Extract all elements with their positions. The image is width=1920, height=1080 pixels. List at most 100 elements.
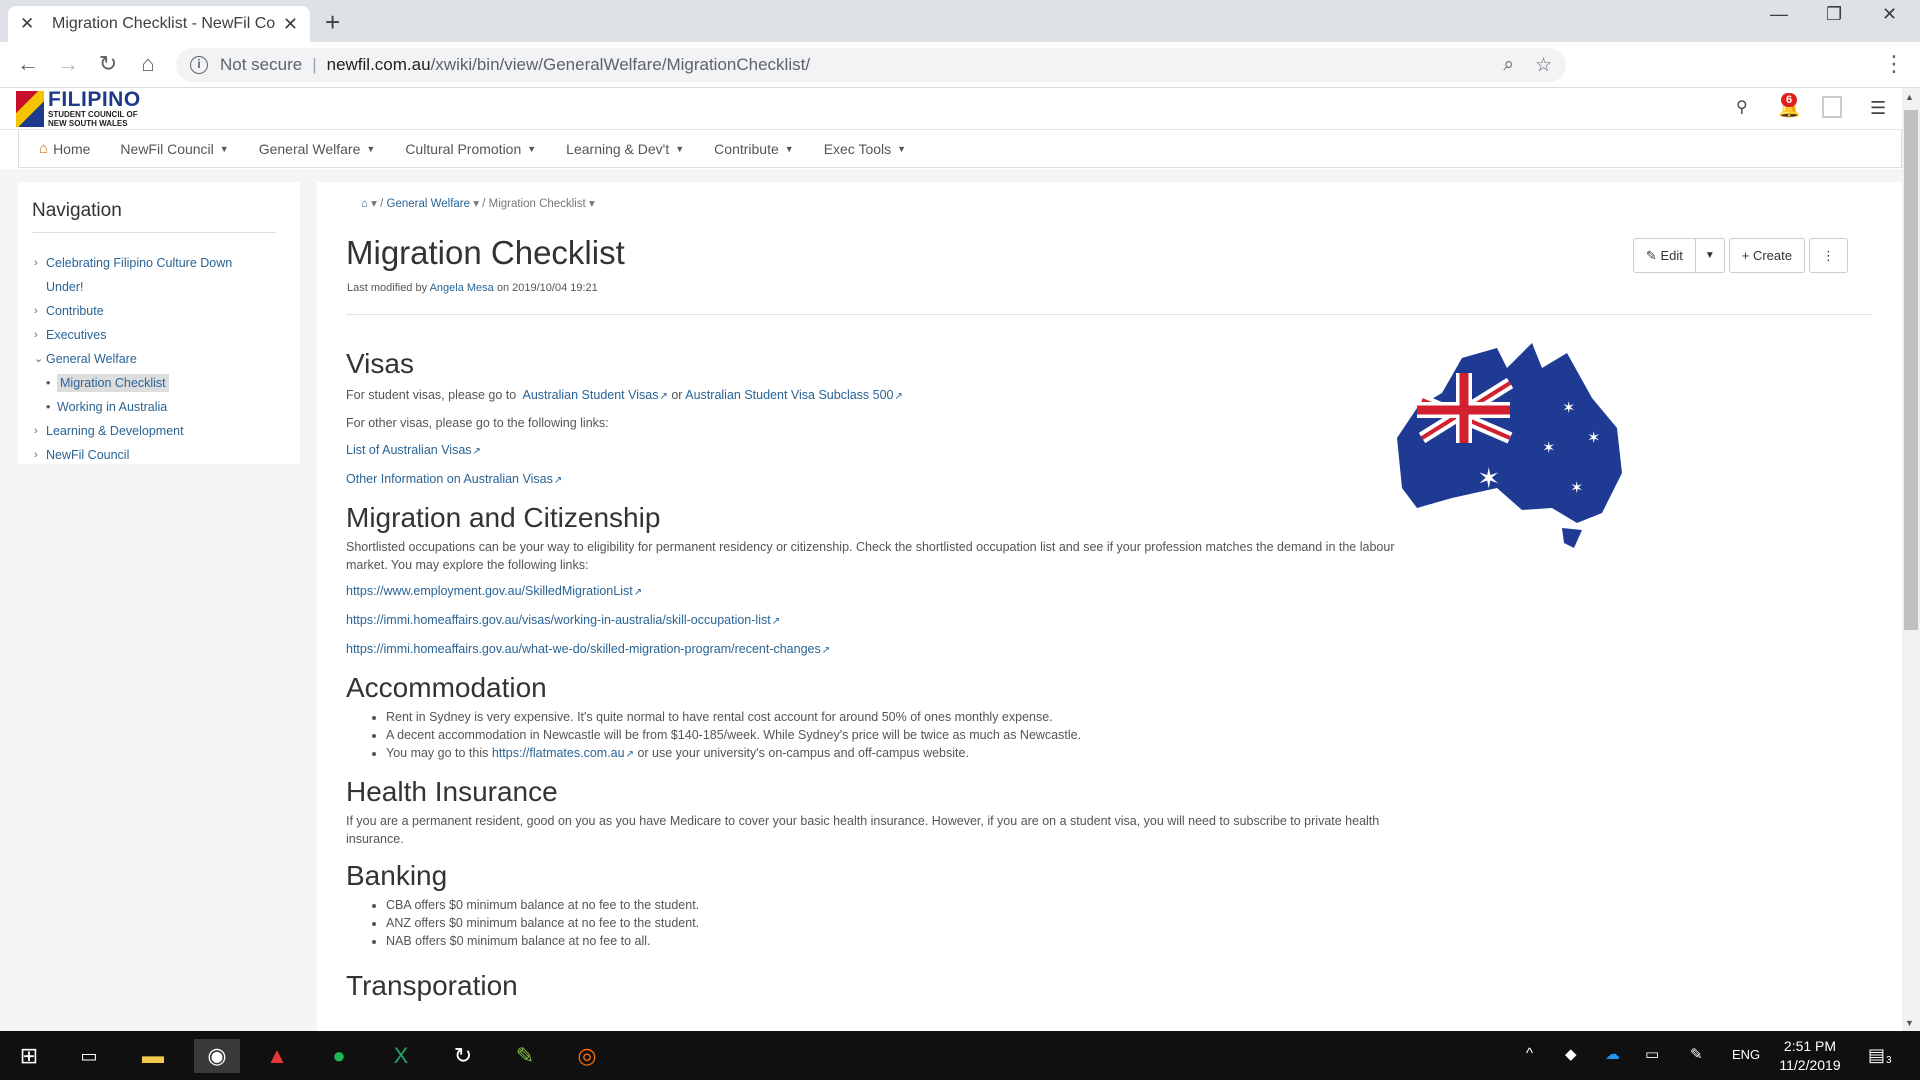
chevron-right-icon[interactable]: › <box>34 323 38 347</box>
modified-author-link[interactable]: Angela Mesa <box>430 282 494 294</box>
chevron-right-icon[interactable]: › <box>34 419 38 443</box>
page-title: Migration Checklist <box>346 234 625 271</box>
menu-cultural-promotion[interactable]: Cultural Promotion ▼ <box>405 141 536 157</box>
window-close-icon[interactable]: ✕ <box>1882 4 1897 25</box>
edit-button[interactable]: ✎ Edit <box>1632 238 1696 273</box>
chevron-right-icon[interactable]: › <box>34 251 38 275</box>
menu-general-welfare[interactable]: General Welfare ▼ <box>259 141 376 157</box>
link-skilled-migration-list[interactable]: https://www.employment.gov.au/SkilledMig… <box>346 584 633 598</box>
task-view-icon[interactable]: ▭ <box>72 1039 106 1073</box>
link-australian-student-visas[interactable]: Australian Student Visas <box>523 388 659 402</box>
notepad-app-icon[interactable]: ✎ <box>508 1039 542 1073</box>
section-heading-visas: Visas <box>346 348 414 379</box>
file-explorer-icon[interactable]: ▬ <box>136 1039 170 1073</box>
forward-icon[interactable]: → <box>54 51 82 77</box>
battery-icon[interactable]: ▭ <box>1645 1045 1659 1063</box>
external-link-icon: ↗ <box>625 749 634 760</box>
more-actions-button[interactable]: ⋮ <box>1809 238 1848 273</box>
bookmark-star-icon[interactable]: ☆ <box>1535 54 1552 77</box>
menu-label: Exec Tools <box>823 140 892 157</box>
list-item-text: or use your university's on-campus and o… <box>637 746 969 760</box>
navigation-tree: › Celebrating Filipino Culture Down Under… <box>32 251 286 467</box>
menu-contribute[interactable]: Contribute ▼ <box>714 141 794 157</box>
home-icon[interactable]: ⌂ <box>134 51 162 77</box>
spotify-icon[interactable]: ● <box>322 1039 356 1073</box>
site-info-icon[interactable]: i <box>190 56 208 74</box>
breadcrumb-home-icon[interactable]: ⌂ <box>361 198 368 210</box>
menu-exec-tools[interactable]: Exec Tools ▼ <box>824 141 906 157</box>
onedrive-icon[interactable]: ☁ <box>1605 1045 1620 1063</box>
link-recent-changes[interactable]: https://immi.homeaffairs.gov.au/what-we-… <box>346 642 821 656</box>
health-text: If you are a permanent resident, good on… <box>346 814 1380 846</box>
nav-item-celebrating[interactable]: › Celebrating Filipino Culture Down <box>32 251 286 275</box>
logo-title: FILIPINO <box>48 88 141 111</box>
nav-label: General Welfare <box>46 352 137 366</box>
scrollbar-thumb[interactable] <box>1904 110 1918 630</box>
menu-newfil-council[interactable]: NewFil Council ▼ <box>120 141 228 157</box>
nav-item-working-in-australia[interactable]: • Working in Australia <box>32 395 286 419</box>
link-other-information-visas[interactable]: Other Information on Australian Visas <box>346 472 553 486</box>
user-avatar-icon[interactable] <box>1822 96 1842 118</box>
restore-icon[interactable]: ❐ <box>1826 4 1842 25</box>
chevron-right-icon[interactable]: › <box>34 299 38 323</box>
chevron-down-icon[interactable]: ⌄ <box>34 347 43 371</box>
reload-icon[interactable]: ↻ <box>94 51 122 77</box>
new-tab-icon[interactable]: + <box>325 7 340 38</box>
address-separator: | <box>312 55 317 74</box>
action-center-icon[interactable]: ▤ <box>1868 1045 1885 1066</box>
last-modified: Last modified by Angela Mesa on 2019/10/… <box>347 282 598 294</box>
edit-dropdown-button[interactable]: ▼ <box>1694 238 1725 273</box>
clock-time: 2:51 PM <box>1783 1038 1837 1054</box>
nav-item-migration-checklist[interactable]: • Migration Checklist <box>32 371 286 395</box>
search-icon[interactable]: ⚲ <box>1736 97 1748 117</box>
nav-item-general-welfare[interactable]: ⌄ General Welfare <box>32 347 286 371</box>
bullet-icon: • <box>46 400 51 414</box>
create-button[interactable]: + Create <box>1728 238 1805 273</box>
chrome-menu-icon[interactable]: ⋮ <box>1880 51 1908 77</box>
nav-label: Working in Australia <box>57 400 168 414</box>
minimize-icon[interactable]: — <box>1770 4 1788 25</box>
link-student-visa-subclass-500[interactable]: Australian Student Visa Subclass 500 <box>685 388 893 402</box>
language-indicator[interactable]: ENG <box>1732 1047 1760 1062</box>
scroll-up-icon[interactable]: ▲ <box>1905 92 1914 102</box>
list-item: You may go to this https://flatmates.com… <box>386 744 1406 764</box>
nav-item-newfil-council[interactable]: › NewFil Council <box>32 443 286 467</box>
tab-close-icon[interactable]: ✕ <box>283 14 298 35</box>
breadcrumb-general-welfare[interactable]: General Welfare <box>387 198 471 210</box>
address-bar[interactable]: i Not secure | newfil.com.au/xwiki/bin/v… <box>176 48 1566 82</box>
chrome-taskbar-icon[interactable]: ◉ <box>194 1039 240 1073</box>
pen-ink-icon[interactable]: ✎ <box>1690 1045 1703 1063</box>
browser-tab[interactable]: ✕ Migration Checklist - NewFil Cou ✕ <box>8 6 310 42</box>
pencil-icon: ✎ <box>1645 247 1657 263</box>
nav-item-executives[interactable]: › Executives <box>32 323 286 347</box>
windows-start-icon[interactable]: ⊞ <box>12 1039 46 1073</box>
dropbox-icon[interactable]: ◆ <box>1565 1045 1577 1063</box>
show-hidden-icons-icon[interactable]: ^ <box>1526 1045 1533 1062</box>
navigation-panel: Navigation › Celebrating Filipino Culture… <box>18 182 300 464</box>
excel-icon[interactable]: X <box>384 1039 418 1073</box>
link-skill-occupation-list[interactable]: https://immi.homeaffairs.gov.au/visas/wo… <box>346 613 771 627</box>
hamburger-menu-icon[interactable]: ☰ <box>1870 98 1886 119</box>
link-flatmates[interactable]: https://flatmates.com.au <box>492 746 625 760</box>
ubuntu-icon[interactable]: ◎ <box>570 1039 604 1073</box>
caret-down-icon: ▼ <box>219 143 229 154</box>
site-header: FILIPINO STUDENT COUNCIL OF NEW SOUTH WA… <box>0 88 1902 130</box>
action-center-count: 3 <box>1886 1055 1892 1066</box>
scroll-down-icon[interactable]: ▼ <box>1905 1018 1914 1028</box>
nav-item-celebrating-cont[interactable]: Under! <box>32 275 286 299</box>
section-heading-accommodation: Accommodation <box>346 672 547 703</box>
nav-item-contribute[interactable]: › Contribute <box>32 299 286 323</box>
chevron-right-icon[interactable]: › <box>34 443 38 467</box>
menu-learning-dev[interactable]: Learning & Dev't ▼ <box>566 141 684 157</box>
site-logo[interactable]: FILIPINO STUDENT COUNCIL OF NEW SOUTH WA… <box>16 88 141 128</box>
link-list-of-australian-visas[interactable]: List of Australian Visas <box>346 443 472 457</box>
visas-intro-text: For student visas, please go to <box>346 388 517 402</box>
sync-app-icon[interactable]: ↻ <box>446 1039 480 1073</box>
external-link-icon: ↗ <box>894 391 903 402</box>
acrobat-icon[interactable]: ▲ <box>260 1039 294 1073</box>
menu-home[interactable]: ⌂ Home <box>39 140 90 157</box>
zoom-icon[interactable]: ⌕ <box>1503 54 1514 76</box>
nav-item-learning-development[interactable]: › Learning & Development <box>32 419 286 443</box>
back-icon[interactable]: ← <box>14 51 42 77</box>
system-clock[interactable]: 2:51 PM 11/2/2019 <box>1775 1037 1845 1075</box>
